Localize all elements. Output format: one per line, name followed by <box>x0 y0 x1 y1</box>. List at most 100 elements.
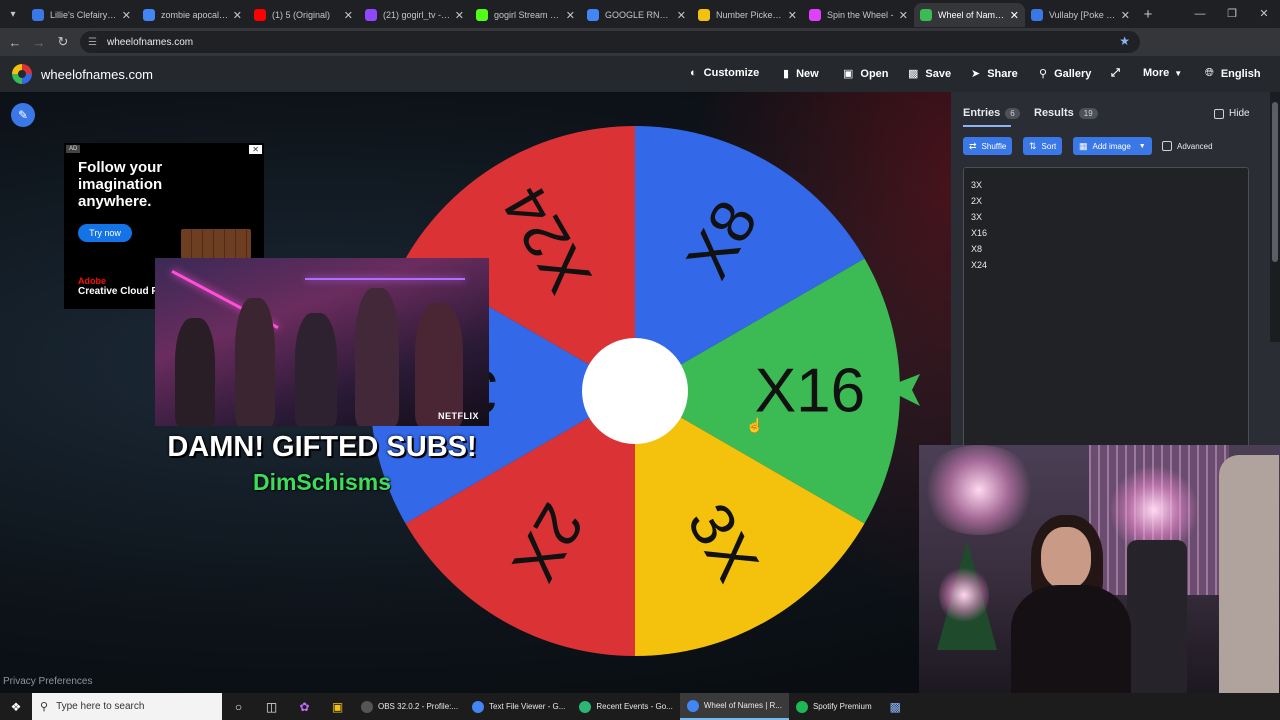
taskbar-app[interactable]: Recent Events - Go... <box>572 693 679 720</box>
browser-tab[interactable]: (21) gogirl_tv - Tw ✕ <box>359 3 470 27</box>
language-button[interactable]: 🌐︎ English <box>1205 67 1261 80</box>
browser-tab[interactable]: Spin the Wheel - ✕ <box>803 3 914 27</box>
site-info-icon[interactable]: ☰ <box>88 37 97 48</box>
advanced-checkbox[interactable] <box>1162 141 1172 151</box>
restore-icon[interactable]: ❐ <box>1216 0 1248 28</box>
ad-cta-button[interactable]: Try now <box>78 224 132 242</box>
folder-icon: ▣ <box>843 68 854 80</box>
tab-results[interactable]: Results 19 <box>1034 107 1098 119</box>
tab-close-icon[interactable]: ✕ <box>1010 9 1019 22</box>
minimize-icon[interactable]: — <box>1184 0 1216 28</box>
scrollbar-thumb[interactable] <box>1272 102 1278 262</box>
page-scrollbar[interactable] <box>1270 92 1280 342</box>
tab-title: GOOGLE RNG - G <box>605 10 673 20</box>
tab-close-icon[interactable]: ✕ <box>1121 9 1130 22</box>
app-icon <box>472 700 485 713</box>
new-tab-button[interactable]: + <box>1136 6 1160 23</box>
save-button[interactable]: ▩ Save <box>908 67 951 81</box>
tab-close-icon[interactable]: ✕ <box>233 9 242 22</box>
browser-tab[interactable]: (1) 5 (Original) ✕ <box>248 3 359 27</box>
advanced-label: Advanced <box>1177 141 1213 151</box>
back-icon[interactable]: ← <box>3 35 27 50</box>
forward-icon[interactable]: → <box>27 35 51 50</box>
browser-tab[interactable]: Lillie's Clefairy ex ✕ <box>26 3 137 27</box>
browser-tab[interactable]: Wheel of Names | ✕ <box>914 3 1025 27</box>
taskbar-app-label: Wheel of Names | R... <box>703 701 782 710</box>
tab-title: Number Picker W <box>716 10 784 20</box>
share-button[interactable]: ➤ Share <box>971 67 1018 81</box>
new-button[interactable]: ▮ New <box>783 67 819 81</box>
hide-toggle[interactable]: Hide <box>1214 108 1250 119</box>
wheel-center-hub[interactable] <box>582 338 688 444</box>
entries-textarea[interactable]: 3X 2X 3X X16 X8 X24 <box>963 167 1249 452</box>
browser-tab[interactable]: GOOGLE RNG - G ✕ <box>581 3 692 27</box>
bookmark-star-icon[interactable]: ★ <box>1119 34 1130 48</box>
url-input[interactable]: ☰ wheelofnames.com ★ <box>80 31 1140 53</box>
wheel-logo-icon[interactable] <box>12 64 32 84</box>
close-window-icon[interactable]: ✕ <box>1248 0 1280 28</box>
fullscreen-button[interactable]: ⤢ <box>1111 67 1120 80</box>
ad-close-icon[interactable]: ✕ <box>249 145 262 154</box>
customize-label: Customize <box>703 67 760 79</box>
browser-tab[interactable]: Number Picker W ✕ <box>692 3 803 27</box>
reload-icon[interactable]: ↻ <box>51 34 75 50</box>
privacy-preferences-link[interactable]: Privacy Preferences <box>3 676 92 687</box>
search-icon: ⚲ <box>40 701 49 713</box>
copilot-icon[interactable]: ✿ <box>288 700 321 714</box>
alert-username: DimSchisms <box>252 469 392 495</box>
taskbar-overflow-icon[interactable]: ▩ <box>879 700 912 714</box>
tab-search-chevron-icon[interactable]: ▾ <box>0 0 26 28</box>
add-image-button[interactable]: ▦ Add image ▼ <box>1073 137 1152 155</box>
active-tab-indicator <box>963 125 1011 127</box>
tab-close-icon[interactable]: ✕ <box>899 9 908 22</box>
entries-count-badge: 6 <box>1005 107 1020 119</box>
entry-line[interactable]: X16 <box>971 225 1241 241</box>
gallery-button[interactable]: ⚲ Gallery <box>1039 67 1091 81</box>
taskbar-app[interactable]: Text File Viewer - G... <box>465 693 572 720</box>
entry-line[interactable]: X8 <box>971 241 1241 257</box>
taskbar-search-input[interactable]: ⚲ Type here to search <box>32 693 222 720</box>
browser-tab[interactable]: Vullaby [Poke Ball ✕ <box>1025 3 1136 27</box>
sort-button[interactable]: ⇅ Sort <box>1023 137 1063 155</box>
more-button[interactable]: More ▼ <box>1143 67 1182 79</box>
entry-line[interactable]: 2X <box>971 193 1241 209</box>
windows-start-icon[interactable]: ❖ <box>0 700 32 714</box>
entries-panel: Entries 6 Results 19 Hide ⇄ Shuffle ⇅ Sort ▦… <box>951 92 1280 452</box>
customize-button[interactable]: ◐ Customize <box>690 67 759 79</box>
tab-close-icon[interactable]: ✕ <box>788 9 797 22</box>
taskbar-app-label: OBS 32.0.2 - Profile:... <box>378 702 459 711</box>
floppy-icon: ▩ <box>908 68 919 80</box>
tab-entries[interactable]: Entries 6 <box>963 107 1020 119</box>
task-view-icon[interactable]: ◫ <box>255 700 288 714</box>
site-brand[interactable]: wheelofnames.com <box>41 67 153 82</box>
edit-pencil-icon[interactable]: ✎ <box>11 103 35 127</box>
tab-close-icon[interactable]: ✕ <box>122 9 131 22</box>
taskbar-app[interactable]: OBS 32.0.2 - Profile:... <box>354 693 465 720</box>
sort-icon: ⇅ <box>1029 140 1037 151</box>
taskbar-app[interactable]: Spotify Premium <box>789 693 879 720</box>
hide-label: Hide <box>1229 108 1250 119</box>
tab-title: Vullaby [Poke Ball <box>1049 10 1117 20</box>
tab-title: Spin the Wheel - <box>827 10 894 20</box>
tab-close-icon[interactable]: ✕ <box>455 9 464 22</box>
entry-line[interactable]: 3X <box>971 209 1241 225</box>
entry-line[interactable]: X24 <box>971 257 1241 273</box>
browser-tab[interactable]: zombie apocalypse ✕ <box>137 3 248 27</box>
wheel-slice-label: X16 <box>755 357 865 426</box>
open-button[interactable]: ▣ Open <box>843 67 889 81</box>
entry-line[interactable]: 3X <box>971 177 1241 193</box>
ad-brand-product: Creative Cloud P <box>78 286 159 297</box>
file-explorer-icon[interactable]: ▣ <box>321 700 354 714</box>
browser-tab[interactable]: gogirl Stream - W ✕ <box>470 3 581 27</box>
tab-close-icon[interactable]: ✕ <box>677 9 686 22</box>
tab-favicon-icon <box>254 9 266 21</box>
tab-close-icon[interactable]: ✕ <box>344 9 353 22</box>
hide-checkbox[interactable] <box>1214 108 1224 119</box>
advanced-toggle[interactable]: Advanced <box>1162 141 1213 151</box>
shuffle-button[interactable]: ⇄ Shuffle <box>963 137 1013 155</box>
tab-close-icon[interactable]: ✕ <box>566 9 575 22</box>
taskbar-app[interactable]: Wheel of Names | R... <box>679 693 789 720</box>
cortana-icon[interactable]: ○ <box>222 700 255 714</box>
ad-tag: AD <box>66 145 81 153</box>
video-brand: NETFLIX <box>438 411 479 421</box>
